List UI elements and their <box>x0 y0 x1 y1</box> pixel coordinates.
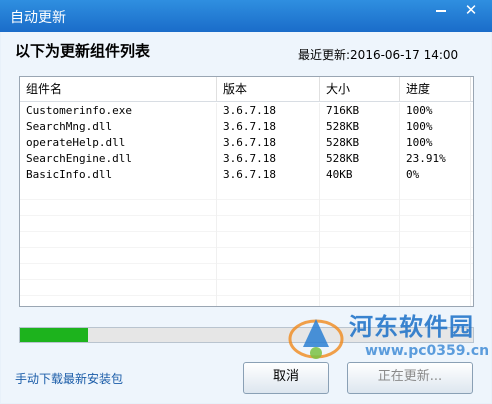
column-separator <box>216 215 217 231</box>
cell-name: BasicInfo.dll <box>20 167 217 183</box>
table-row[interactable]: BasicInfo.dll 3.6.7.18 40KB 0% <box>20 167 473 183</box>
column-separator <box>319 247 320 263</box>
empty-row <box>20 263 473 280</box>
cell-size: 716KB <box>320 103 400 119</box>
column-separator <box>319 231 320 247</box>
cell-version: 3.6.7.18 <box>217 135 320 151</box>
watermark-logo-icon <box>288 319 344 359</box>
column-separator <box>216 295 217 306</box>
column-separator <box>399 215 400 231</box>
column-separator <box>470 183 471 199</box>
column-separator <box>216 263 217 279</box>
cell-name: operateHelp.dll <box>20 135 217 151</box>
column-separator <box>399 247 400 263</box>
column-header-name[interactable]: 组件名 <box>20 77 217 101</box>
column-separator <box>319 215 320 231</box>
column-separator <box>319 263 320 279</box>
empty-row <box>20 215 473 232</box>
cell-version: 3.6.7.18 <box>217 103 320 119</box>
column-header-progress[interactable]: 进度 <box>400 77 471 101</box>
cell-size: 40KB <box>320 167 400 183</box>
watermark-url: www.pc0359.cn <box>365 343 490 359</box>
cell-size: 528KB <box>320 135 400 151</box>
cell-version: 3.6.7.18 <box>217 151 320 167</box>
last-update-time: 最近更新:2016-06-17 14:00 <box>298 48 459 62</box>
minimize-icon[interactable] <box>430 0 452 22</box>
column-separator <box>470 279 471 295</box>
column-separator <box>399 183 400 199</box>
cell-size: 528KB <box>320 151 400 167</box>
column-separator <box>399 231 400 247</box>
cell-progress: 23.91% <box>400 151 471 167</box>
column-separator <box>470 215 471 231</box>
cell-name: Customerinfo.exe <box>20 103 217 119</box>
cell-size: 528KB <box>320 119 400 135</box>
window-title: 自动更新 <box>10 10 66 26</box>
column-separator <box>216 279 217 295</box>
empty-row <box>20 231 473 248</box>
table-row[interactable]: SearchEngine.dll 3.6.7.18 528KB 23.91% <box>20 151 473 167</box>
empty-row <box>20 247 473 264</box>
column-separator <box>399 279 400 295</box>
empty-row <box>20 279 473 296</box>
column-separator <box>470 231 471 247</box>
close-icon[interactable]: ✕ <box>456 0 486 22</box>
cell-version: 3.6.7.18 <box>217 167 320 183</box>
update-window: 自动更新 ✕ 以下为更新组件列表 最近更新:2016-06-17 14:00 组… <box>0 0 492 404</box>
column-header-size[interactable]: 大小 <box>320 77 400 101</box>
column-separator <box>319 199 320 215</box>
cell-name: SearchEngine.dll <box>20 151 217 167</box>
watermark-site-name: 河东软件园 <box>349 313 474 341</box>
title-bar[interactable]: 自动更新 ✕ <box>0 0 492 32</box>
column-separator <box>216 247 217 263</box>
cell-progress: 100% <box>400 135 471 151</box>
table-row[interactable]: SearchMng.dll 3.6.7.18 528KB 100% <box>20 119 473 135</box>
cell-progress: 0% <box>400 167 471 183</box>
cell-name: SearchMng.dll <box>20 119 217 135</box>
column-separator <box>399 199 400 215</box>
component-list[interactable]: 组件名 版本 大小 进度 Customerinfo.exe 3.6.7.18 716… <box>19 76 474 307</box>
table-row[interactable]: Customerinfo.exe 3.6.7.18 716KB 100% <box>20 103 473 119</box>
empty-row <box>20 183 473 200</box>
cell-progress: 100% <box>400 103 471 119</box>
column-separator <box>319 183 320 199</box>
column-separator <box>470 263 471 279</box>
column-separator <box>319 279 320 295</box>
table-row[interactable]: operateHelp.dll 3.6.7.18 528KB 100% <box>20 135 473 151</box>
column-separator <box>216 183 217 199</box>
column-separator <box>216 231 217 247</box>
watermark: 河东软件园 www.pc0359.cn <box>285 305 490 385</box>
cell-version: 3.6.7.18 <box>217 119 320 135</box>
list-header: 组件名 版本 大小 进度 <box>20 77 473 102</box>
column-separator <box>216 199 217 215</box>
empty-row <box>20 199 473 216</box>
column-separator <box>470 199 471 215</box>
column-separator <box>399 263 400 279</box>
column-separator <box>470 247 471 263</box>
manual-download-link[interactable]: 手动下载最新安装包 <box>15 370 123 387</box>
page-title: 以下为更新组件列表 <box>15 42 151 60</box>
cell-progress: 100% <box>400 119 471 135</box>
progress-fill <box>20 328 88 342</box>
column-header-version[interactable]: 版本 <box>217 77 320 101</box>
